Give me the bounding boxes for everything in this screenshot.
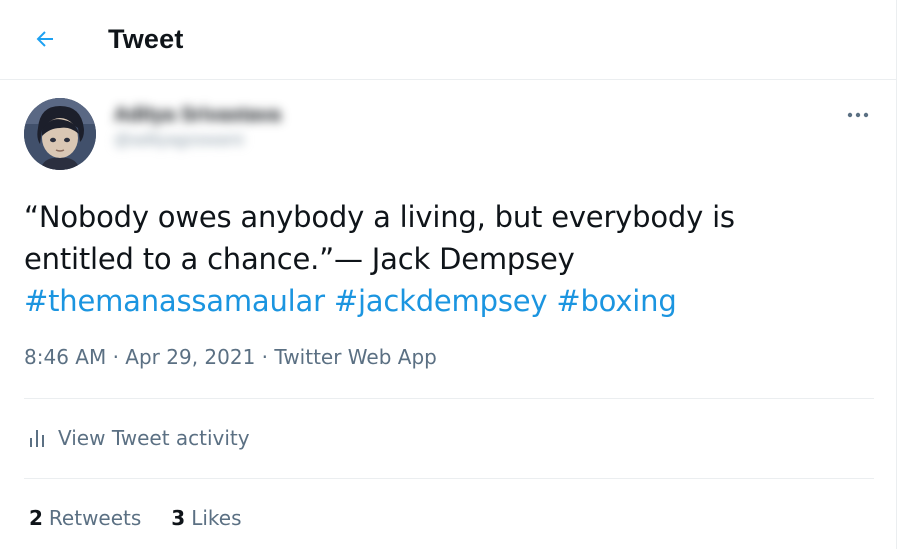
tweet-stats: 2 Retweets 3 Likes <box>29 506 272 530</box>
retweets-label: Retweets <box>48 506 142 530</box>
tweet-detail-page: Tweet Aditya Srivastava @adityagoswami “… <box>0 0 897 549</box>
hashtag-link[interactable]: #jackdempsey <box>334 284 548 318</box>
back-button[interactable] <box>25 19 65 59</box>
avatar-image <box>24 98 96 170</box>
retweets-stat[interactable]: 2 Retweets <box>29 506 141 530</box>
author-block[interactable]: Aditya Srivastava @adityagoswami <box>114 102 281 152</box>
tweet-text-line: entitled to a chance.”— Jack Dempsey <box>24 242 575 276</box>
tweet-source[interactable]: Twitter Web App <box>274 345 436 369</box>
author-handle[interactable]: @adityagoswami <box>114 128 281 152</box>
page-title: Tweet <box>108 24 184 54</box>
view-tweet-activity-link[interactable]: View Tweet activity <box>28 426 250 450</box>
tweet-date[interactable]: Apr 29, 2021 <box>125 345 255 369</box>
hashtag-line: #themanassamaular #jackdempsey #boxing <box>24 280 864 322</box>
likes-count: 3 <box>171 506 186 530</box>
meta-separator: · <box>106 345 126 369</box>
divider <box>24 398 874 399</box>
retweets-count: 2 <box>29 506 43 530</box>
avatar[interactable] <box>24 98 96 170</box>
hashtag-link[interactable]: #boxing <box>556 284 676 318</box>
hashtag-link[interactable]: #themanassamaular <box>24 284 325 318</box>
page-header: Tweet <box>0 0 897 80</box>
meta-separator: · <box>255 345 275 369</box>
likes-label: Likes <box>191 506 242 530</box>
tweet-text: “Nobody owes anybody a living, but every… <box>24 196 864 322</box>
more-button[interactable] <box>840 100 876 130</box>
tweet-text-line: “Nobody owes anybody a living, but every… <box>24 200 735 234</box>
tweet-time[interactable]: 8:46 AM <box>24 345 106 369</box>
more-horizontal-icon <box>847 112 869 118</box>
tweet-meta: 8:46 AM · Apr 29, 2021 · Twitter Web App <box>24 345 437 369</box>
arrow-left-icon <box>36 31 53 47</box>
divider <box>24 478 874 479</box>
author-display-name[interactable]: Aditya Srivastava <box>114 102 281 128</box>
bar-chart-icon <box>30 430 44 447</box>
likes-stat[interactable]: 3 Likes <box>171 506 241 530</box>
view-tweet-activity-label: View Tweet activity <box>58 426 250 450</box>
